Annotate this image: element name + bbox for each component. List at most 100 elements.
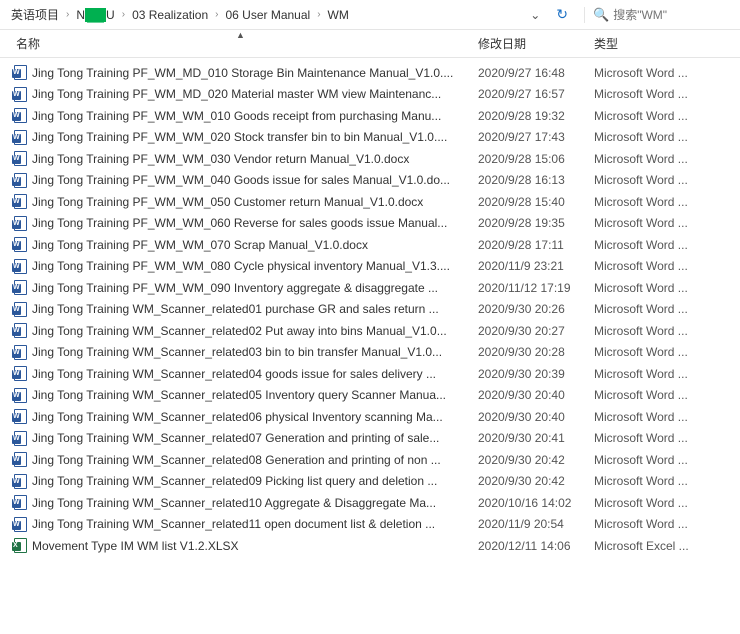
file-date: 2020/9/27 17:43 [478, 130, 594, 144]
address-toolbar: 英语项目 › N██U › 03 Realization › 06 User M… [0, 0, 740, 30]
word-file-icon [14, 237, 27, 252]
file-type: Microsoft Word ... [594, 152, 740, 166]
word-file-icon [14, 87, 27, 102]
file-date: 2020/9/30 20:28 [478, 345, 594, 359]
word-file-icon [14, 108, 27, 123]
file-type: Microsoft Word ... [594, 517, 740, 531]
file-type: Microsoft Word ... [594, 130, 740, 144]
file-row[interactable]: Jing Tong Training PF_WM_WM_010 Goods re… [0, 105, 740, 127]
file-date: 2020/11/9 23:21 [478, 259, 594, 273]
file-name: Jing Tong Training PF_WM_WM_090 Inventor… [32, 281, 478, 295]
word-file-icon [14, 194, 27, 209]
file-type: Microsoft Word ... [594, 367, 740, 381]
crumb-0[interactable]: 英语项目 [6, 4, 64, 25]
file-name: Jing Tong Training PF_WM_MD_020 Material… [32, 87, 478, 101]
file-row[interactable]: Jing Tong Training WM_Scanner_related11 … [0, 514, 740, 536]
word-file-icon [14, 259, 27, 274]
file-row[interactable]: Jing Tong Training PF_WM_WM_060 Reverse … [0, 213, 740, 235]
file-row[interactable]: Jing Tong Training PF_WM_WM_040 Goods is… [0, 170, 740, 192]
file-name: Movement Type IM WM list V1.2.XLSX [32, 539, 478, 553]
word-file-icon [14, 517, 27, 532]
file-name: Jing Tong Training WM_Scanner_related07 … [32, 431, 478, 445]
file-date: 2020/9/27 16:57 [478, 87, 594, 101]
file-date: 2020/9/30 20:41 [478, 431, 594, 445]
file-row[interactable]: Jing Tong Training WM_Scanner_related02 … [0, 320, 740, 342]
file-name: Jing Tong Training PF_WM_WM_070 Scrap Ma… [32, 238, 478, 252]
crumb-1[interactable]: N██U [71, 6, 119, 24]
file-date: 2020/9/27 16:48 [478, 66, 594, 80]
word-file-icon [14, 409, 27, 424]
search-input[interactable] [613, 8, 723, 22]
sort-indicator-icon: ▲ [236, 30, 245, 40]
file-name: Jing Tong Training PF_WM_WM_040 Goods is… [32, 173, 478, 187]
file-date: 2020/9/28 17:11 [478, 238, 594, 252]
file-date: 2020/9/30 20:39 [478, 367, 594, 381]
chevron-right-icon[interactable]: › [213, 9, 220, 20]
file-type: Microsoft Word ... [594, 109, 740, 123]
file-row[interactable]: Jing Tong Training WM_Scanner_related04 … [0, 363, 740, 385]
file-row[interactable]: Jing Tong Training WM_Scanner_related05 … [0, 385, 740, 407]
file-type: Microsoft Word ... [594, 410, 740, 424]
file-date: 2020/9/30 20:40 [478, 410, 594, 424]
file-type: Microsoft Word ... [594, 238, 740, 252]
word-file-icon [14, 280, 27, 295]
word-file-icon [14, 130, 27, 145]
file-name: Jing Tong Training PF_WM_MD_010 Storage … [32, 66, 478, 80]
search-box[interactable]: 🔍 [584, 7, 734, 23]
file-type: Microsoft Word ... [594, 173, 740, 187]
file-name: Jing Tong Training WM_Scanner_related10 … [32, 496, 478, 510]
chevron-right-icon[interactable]: › [120, 9, 127, 20]
file-row[interactable]: Jing Tong Training PF_WM_WM_080 Cycle ph… [0, 256, 740, 278]
word-file-icon [14, 366, 27, 381]
file-name: Jing Tong Training WM_Scanner_related08 … [32, 453, 478, 467]
file-row[interactable]: Jing Tong Training WM_Scanner_related03 … [0, 342, 740, 364]
column-header-date[interactable]: 修改日期 [478, 35, 594, 52]
file-row[interactable]: Movement Type IM WM list V1.2.XLSX2020/1… [0, 535, 740, 557]
file-type: Microsoft Word ... [594, 474, 740, 488]
file-row[interactable]: Jing Tong Training WM_Scanner_related06 … [0, 406, 740, 428]
word-file-icon [14, 495, 27, 510]
file-name: Jing Tong Training WM_Scanner_related05 … [32, 388, 478, 402]
word-file-icon [14, 431, 27, 446]
word-file-icon [14, 216, 27, 231]
word-file-icon [14, 65, 27, 80]
file-row[interactable]: Jing Tong Training WM_Scanner_related10 … [0, 492, 740, 514]
file-type: Microsoft Word ... [594, 453, 740, 467]
file-date: 2020/9/28 15:40 [478, 195, 594, 209]
word-file-icon [14, 388, 27, 403]
file-row[interactable]: Jing Tong Training WM_Scanner_related07 … [0, 428, 740, 450]
crumb-2[interactable]: 03 Realization [127, 6, 213, 24]
file-type: Microsoft Word ... [594, 216, 740, 230]
chevron-right-icon[interactable]: › [315, 9, 322, 20]
file-date: 2020/11/12 17:19 [478, 281, 594, 295]
file-type: Microsoft Word ... [594, 431, 740, 445]
file-name: Jing Tong Training WM_Scanner_related01 … [32, 302, 478, 316]
file-date: 2020/10/16 14:02 [478, 496, 594, 510]
file-date: 2020/9/30 20:42 [478, 453, 594, 467]
file-name: Jing Tong Training PF_WM_WM_010 Goods re… [32, 109, 478, 123]
file-row[interactable]: Jing Tong Training PF_WM_MD_020 Material… [0, 84, 740, 106]
file-row[interactable]: Jing Tong Training PF_WM_WM_090 Inventor… [0, 277, 740, 299]
refresh-icon[interactable]: ↻ [548, 6, 576, 23]
file-row[interactable]: Jing Tong Training WM_Scanner_related08 … [0, 449, 740, 471]
chevron-right-icon[interactable]: › [64, 9, 71, 20]
crumb-4[interactable]: WM [323, 6, 354, 24]
file-row[interactable]: Jing Tong Training PF_WM_WM_050 Customer… [0, 191, 740, 213]
file-row[interactable]: Jing Tong Training PF_WM_WM_030 Vendor r… [0, 148, 740, 170]
file-date: 2020/9/28 15:06 [478, 152, 594, 166]
chevron-down-icon[interactable]: ⌄ [522, 8, 548, 22]
file-date: 2020/9/30 20:26 [478, 302, 594, 316]
file-row[interactable]: Jing Tong Training PF_WM_WM_070 Scrap Ma… [0, 234, 740, 256]
crumb-3[interactable]: 06 User Manual [220, 6, 315, 24]
file-row[interactable]: Jing Tong Training PF_WM_MD_010 Storage … [0, 62, 740, 84]
breadcrumb: 英语项目 › N██U › 03 Realization › 06 User M… [6, 4, 522, 25]
file-name: Jing Tong Training WM_Scanner_related04 … [32, 367, 478, 381]
column-header-type[interactable]: 类型 [594, 35, 740, 52]
file-type: Microsoft Word ... [594, 302, 740, 316]
file-name: Jing Tong Training WM_Scanner_related06 … [32, 410, 478, 424]
file-row[interactable]: Jing Tong Training WM_Scanner_related01 … [0, 299, 740, 321]
file-row[interactable]: Jing Tong Training PF_WM_WM_020 Stock tr… [0, 127, 740, 149]
file-type: Microsoft Word ... [594, 66, 740, 80]
file-type: Microsoft Word ... [594, 87, 740, 101]
file-row[interactable]: Jing Tong Training WM_Scanner_related09 … [0, 471, 740, 493]
